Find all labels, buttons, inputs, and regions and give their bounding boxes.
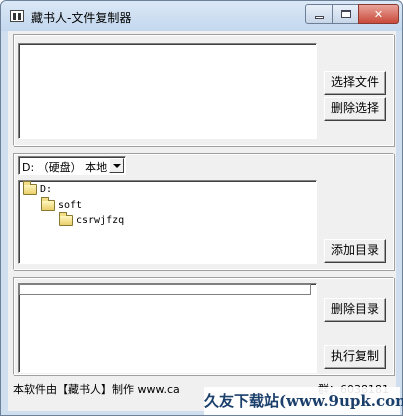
tree-item-drive[interactable]: D:: [23, 181, 53, 195]
folder-open-icon: [23, 181, 37, 195]
folder-open-icon: [41, 197, 55, 211]
tree-item-label: csrwjfzq: [76, 215, 125, 226]
delete-selection-button[interactable]: 删除选择: [324, 97, 386, 121]
title-bar[interactable]: 藏书人-文件复制器 ✕: [1, 1, 402, 31]
target-list-selected-row[interactable]: [19, 284, 311, 295]
minimize-icon: [314, 15, 324, 19]
app-icon: [10, 10, 24, 22]
tree-item-soft[interactable]: soft: [41, 197, 83, 211]
select-file-button[interactable]: 选择文件: [324, 71, 386, 95]
chevron-down-icon[interactable]: [109, 158, 124, 173]
watermark: 久友下载站(www.9upk.com): [204, 387, 403, 415]
directory-tree[interactable]: D: soft csrwjfzq: [18, 180, 317, 264]
maximize-icon: [340, 10, 351, 18]
close-button[interactable]: ✕: [358, 4, 399, 24]
drive-select-value: D: （硬盘） 本地: [22, 161, 108, 174]
file-list[interactable]: [18, 43, 317, 139]
execute-copy-button[interactable]: 执行复制: [324, 345, 386, 369]
tree-item-csrwjfzq[interactable]: csrwjfzq: [59, 212, 125, 226]
maximize-button[interactable]: [332, 4, 359, 24]
tree-item-label: D:: [40, 184, 53, 195]
add-directory-button[interactable]: 添加目录: [324, 239, 386, 263]
client-area: 选择文件 删除选择 D: （硬盘） 本地 D: soft csrwjfzq 添加…: [8, 31, 396, 411]
drive-select[interactable]: D: （硬盘） 本地: [18, 156, 126, 175]
main-window: 藏书人-文件复制器 ✕ 选择文件 删除选择 D: （硬盘） 本地 D: soft…: [0, 0, 403, 416]
window-title: 藏书人-文件复制器: [31, 11, 132, 25]
status-text: 本软件由【藏书人】制作 www.ca: [13, 383, 180, 396]
minimize-button[interactable]: [305, 4, 333, 24]
folder-open-icon: [59, 212, 73, 226]
delete-directory-button[interactable]: 删除目录: [324, 298, 386, 322]
close-icon: ✕: [373, 7, 384, 21]
target-list[interactable]: [18, 283, 317, 373]
tree-item-label: soft: [58, 200, 83, 211]
